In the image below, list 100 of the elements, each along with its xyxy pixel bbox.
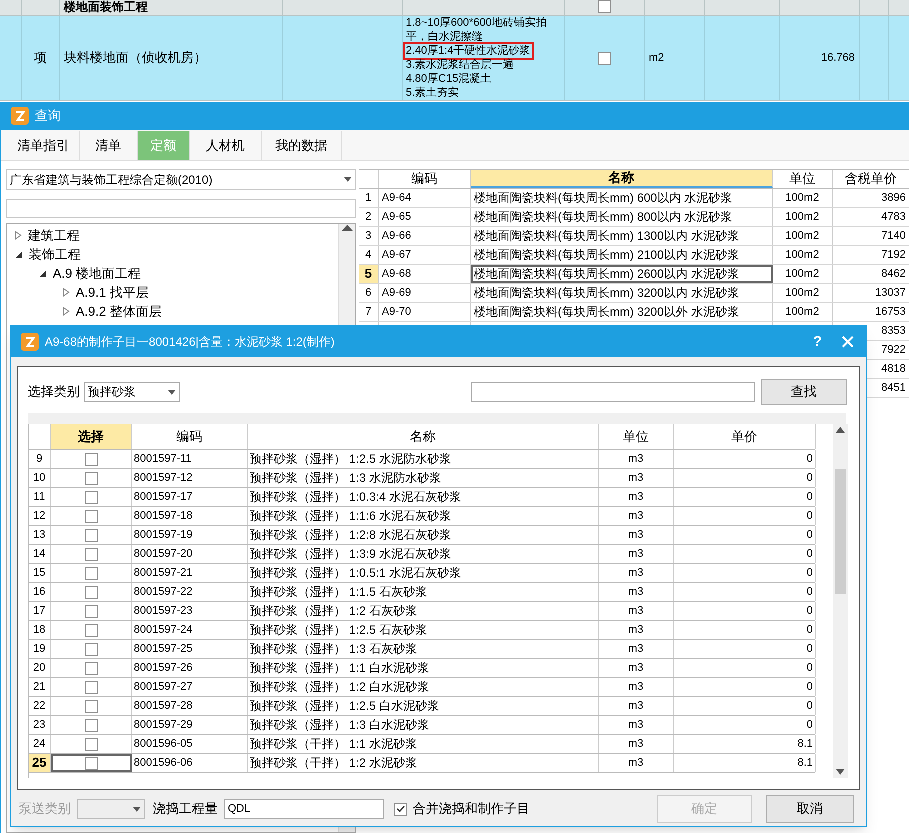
find-button[interactable]: 查找 <box>761 379 847 405</box>
cancel-button[interactable]: 取消 <box>766 795 854 823</box>
checkbox[interactable] <box>84 548 98 560</box>
checkbox[interactable] <box>84 528 98 542</box>
checkbox[interactable] <box>598 0 611 13</box>
table-cell-text: m3 <box>628 680 644 695</box>
description-line: 5.素土夯实 <box>405 86 460 100</box>
checkbox[interactable] <box>84 566 98 580</box>
checkbox[interactable] <box>84 452 98 466</box>
checkbox[interactable] <box>84 472 98 484</box>
table-cell-text: 楼地面陶瓷块料(每块周长mm) 3200以内 水泥砂浆 <box>474 285 740 302</box>
scroll-thumb[interactable] <box>835 468 846 594</box>
scroll-up-icon[interactable] <box>342 224 352 232</box>
table-cell-text: 楼地面陶瓷块料(每块周长mm) 3200以外 水泥砂浆 <box>474 304 740 321</box>
column-header[interactable]: 含税单价 <box>833 170 909 188</box>
close-icon[interactable] <box>842 336 854 348</box>
category-label: 选择类别 <box>28 383 80 402</box>
row-number: 11 <box>34 490 46 505</box>
collapsed-icon[interactable] <box>63 307 70 316</box>
table-cell-text: 8451 <box>882 380 906 396</box>
table-cell-text: 楼地面陶瓷块料(每块周长mm) 1300以内 水泥砂浆 <box>474 228 740 245</box>
column-header[interactable]: 单位 <box>773 170 833 188</box>
table-cell-text: 0 <box>806 452 813 467</box>
table-cell-text: m3 <box>628 660 644 676</box>
checkbox[interactable] <box>84 604 98 618</box>
table-row[interactable]: 项 块料楼地面（侦收机房） 1.8~10厚600*600地砖铺实拍 平，白水泥擦缝 2.40厚1:4干硬性水泥砂浆 3.素水泥浆结合层一遍 4.80厚C15混凝土 5.素土夯实 m2 16.768 <box>0 16 909 101</box>
column-header[interactable]: 单价 <box>674 424 816 449</box>
table-cell-text: 0 <box>806 698 813 714</box>
table-cell-text: 预拌砂浆（湿拌） 1:3 白水泥砂浆 <box>250 717 430 734</box>
tree-item[interactable]: 装饰工程 <box>29 244 81 264</box>
checkbox[interactable] <box>84 642 98 656</box>
column-header[interactable]: 单位 <box>599 424 674 449</box>
row-number: 25 <box>32 754 47 772</box>
checkbox[interactable] <box>84 490 98 504</box>
caret-icon <box>344 177 352 182</box>
table-cell-text: 预拌砂浆（湿拌） 1:3 石灰砂浆 <box>250 641 418 658</box>
checkbox[interactable] <box>84 586 98 598</box>
scrollbar[interactable] <box>833 424 848 778</box>
table-cell-text: A9-70 <box>382 304 412 320</box>
library-select[interactable]: 广东省建筑与装饰工程综合定额(2010) <box>6 169 356 190</box>
table-cell-text: 8001597-29 <box>134 718 193 733</box>
table-cell-text: A9-65 <box>382 210 412 225</box>
table-cell-text: m3 <box>628 622 644 638</box>
pour-quantity-field[interactable]: QDL <box>224 799 384 819</box>
tree-item[interactable]: A.9 楼地面工程 <box>53 264 142 284</box>
collapsed-icon[interactable] <box>15 231 22 240</box>
checkbox[interactable] <box>84 738 98 750</box>
checkbox[interactable] <box>84 718 98 732</box>
checkbox[interactable] <box>598 52 611 64</box>
collapsed-icon[interactable] <box>63 288 70 297</box>
table-cell-text: 100m2 <box>786 286 820 301</box>
row-number: 23 <box>33 718 46 733</box>
table-cell-text: m3 <box>628 584 644 600</box>
checkbox[interactable] <box>84 662 98 674</box>
group-name: 楼地面装饰工程 <box>64 0 148 15</box>
scroll-down-icon[interactable] <box>836 769 845 775</box>
checkbox[interactable] <box>394 802 407 816</box>
table-cell-text: 楼地面陶瓷块料(每块周长mm) 2600以内 水泥砂浆 <box>474 266 740 283</box>
expanded-icon[interactable] <box>39 270 47 278</box>
row-number: 21 <box>33 680 46 695</box>
tree-item[interactable]: 建筑工程 <box>28 226 80 246</box>
table-cell-text: 预拌砂浆（湿拌） 1:2 白水泥砂浆 <box>250 679 430 696</box>
column-header[interactable]: 选择 <box>51 424 132 449</box>
table-cell-text: m3 <box>628 756 644 771</box>
column-header[interactable]: 名称 <box>248 424 599 449</box>
table-cell-text: A9-68 <box>382 266 412 282</box>
description-line: 2.40厚1:4干硬性水泥砂浆 <box>405 44 532 58</box>
checkbox[interactable] <box>84 510 98 522</box>
table-cell-text: 0 <box>806 680 813 695</box>
table-cell-text: m3 <box>628 736 644 752</box>
table-cell-text: 8001597-25 <box>134 642 193 657</box>
table-cell-text: 13037 <box>875 286 906 301</box>
search-field[interactable] <box>471 382 755 402</box>
scroll-up-icon[interactable] <box>836 427 845 433</box>
category-select[interactable]: 预拌砂浆 <box>84 382 180 402</box>
checkbox[interactable] <box>84 700 98 712</box>
checkbox[interactable] <box>84 624 98 636</box>
description-line: 4.80厚C15混凝土 <box>405 72 493 86</box>
row-number: 24 <box>33 736 46 752</box>
check-icon <box>396 804 406 814</box>
tree-item[interactable]: A.9.1 找平层 <box>76 282 149 302</box>
table-cell-text: 4818 <box>882 362 906 377</box>
table-cell-text: 0 <box>806 490 813 505</box>
expanded-icon[interactable] <box>15 250 23 258</box>
column-header[interactable]: 编码 <box>132 424 248 449</box>
table-cell-text: 100m2 <box>786 304 820 320</box>
table-cell-text: 16753 <box>875 304 906 320</box>
checkbox[interactable] <box>84 680 98 694</box>
description-line: 3.素水泥浆结合层一遍 <box>405 58 516 72</box>
table-cell-text: 预拌砂浆（湿拌） 1:1 白水泥砂浆 <box>250 660 430 677</box>
table-cell-text: 0 <box>806 660 813 676</box>
row-number: 20 <box>33 660 46 676</box>
column-header[interactable]: 名称 <box>471 170 773 188</box>
tree-item[interactable]: A.9.2 整体面层 <box>76 302 162 322</box>
table-cell-text: 8001596-06 <box>134 756 193 771</box>
row-number: 3 <box>365 228 372 244</box>
table-cell-text: 8353 <box>882 324 906 339</box>
checkbox[interactable] <box>84 756 98 770</box>
table-cell-text: 8001597-11 <box>134 452 192 467</box>
search-field[interactable] <box>6 199 356 218</box>
